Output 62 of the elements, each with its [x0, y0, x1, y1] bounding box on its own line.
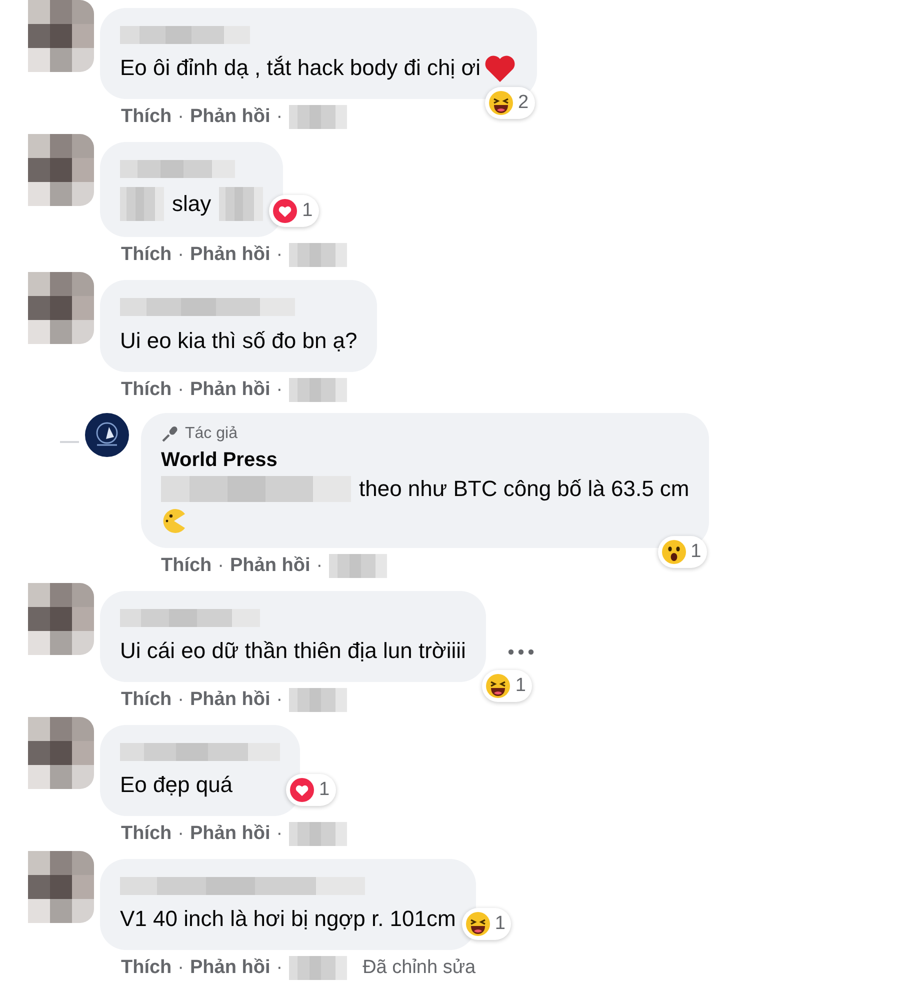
action-link[interactable]: Phản hồi	[190, 957, 270, 980]
reaction-badge[interactable]: 1	[482, 670, 532, 702]
reaction-count: 1	[494, 913, 506, 936]
separator-dot: ·	[276, 244, 283, 266]
microphone-icon	[161, 424, 179, 443]
action-link[interactable]: Phản hồi	[230, 554, 310, 577]
action-link[interactable]: Phản hồi	[190, 688, 270, 711]
reaction-count: 1	[319, 779, 330, 802]
action-link[interactable]: Thích	[121, 823, 172, 846]
action-link[interactable]: Phản hồi	[190, 106, 270, 128]
separator-dot: ·	[218, 554, 224, 577]
comment-text: Eo ôi đỉnh dạ , tắt hack body đi chị ơi	[120, 54, 481, 82]
action-link[interactable]: Phản hồi	[190, 823, 270, 846]
action-link[interactable]: Phản hồi	[190, 244, 270, 266]
author-name[interactable]: World Press	[161, 448, 278, 472]
reaction-badge[interactable]: 1	[286, 774, 336, 806]
reaction-count: 1	[515, 674, 526, 697]
action-link[interactable]: Thích	[121, 957, 172, 980]
separator-dot: ·	[178, 106, 184, 128]
author-label: Tác giả	[185, 424, 238, 443]
blurred-redaction	[288, 105, 347, 130]
reaction-badge[interactable]: 1	[658, 536, 708, 568]
blurred-redaction	[288, 378, 347, 402]
action-link[interactable]: Thích	[121, 688, 172, 711]
comment-text: V1 40 inch là hơi bị ngợp r. 101cm	[120, 905, 456, 934]
action-link[interactable]: Thích	[121, 244, 172, 266]
separator-dot: ·	[178, 244, 184, 266]
blurred-redaction	[219, 187, 264, 222]
separator-dot: ·	[276, 106, 283, 128]
reaction-badge[interactable]: 2	[484, 87, 535, 120]
separator-dot: ·	[316, 554, 323, 577]
separator-dot: ·	[276, 957, 283, 980]
separator-dot: ·	[178, 957, 184, 980]
reaction-badge[interactable]: 1	[269, 195, 319, 228]
edited-label: Đã chỉnh sửa	[362, 957, 476, 980]
blurred-redaction	[288, 688, 347, 712]
separator-dot: ·	[178, 378, 184, 401]
reaction-count: 1	[690, 540, 702, 563]
page-logo-icon	[85, 412, 129, 457]
blurred-redaction	[288, 243, 347, 268]
action-link[interactable]: Thích	[121, 378, 172, 401]
blurred-redaction	[288, 956, 347, 980]
comment-text: Eo đẹp quá	[120, 771, 233, 800]
action-link[interactable]: Phản hồi	[190, 378, 270, 401]
blurred-redaction	[288, 822, 347, 846]
separator-dot: ·	[178, 688, 184, 711]
separator-dot: ·	[276, 823, 283, 846]
comment-text: Ui eo kia thì số đo bn ạ?	[120, 326, 358, 355]
comment-text: theo như BTC công bố là 63.5 cm	[359, 474, 690, 503]
reaction-badge[interactable]: 1	[462, 908, 512, 940]
separator-dot: ·	[178, 823, 184, 846]
comment-text: slay	[172, 190, 212, 218]
comment-text: Ui cái eo dữ thần thiên địa lun trờiiii	[120, 636, 466, 665]
action-link[interactable]: Thích	[161, 554, 212, 577]
separator-dot: ·	[276, 688, 283, 711]
reaction-count: 1	[302, 200, 313, 222]
reaction-count: 2	[518, 92, 529, 114]
more-options-icon[interactable]	[508, 649, 534, 656]
blurred-redaction	[328, 554, 387, 578]
separator-dot: ·	[276, 378, 283, 401]
blurred-redaction	[120, 187, 164, 222]
action-link[interactable]: Thích	[121, 106, 172, 128]
